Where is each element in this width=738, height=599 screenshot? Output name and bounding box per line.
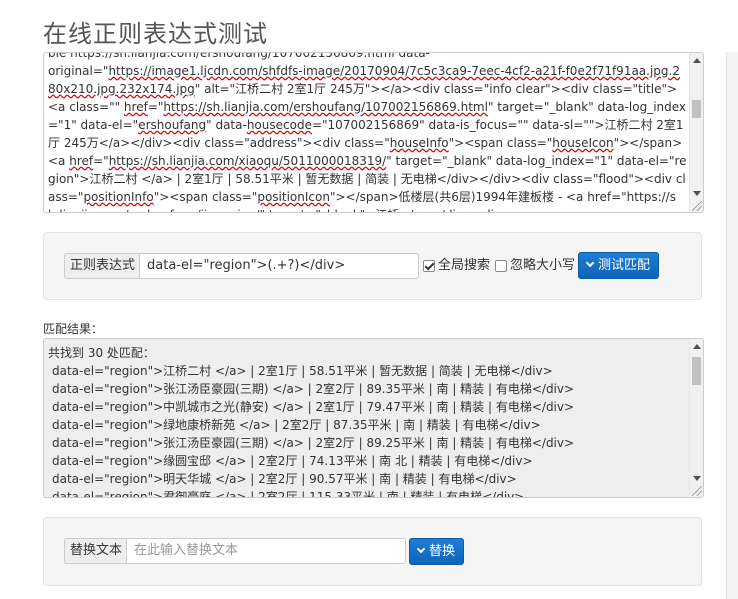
source-scrollbar[interactable] — [689, 53, 703, 212]
chevron-down-icon — [585, 258, 595, 268]
source-fragment: "><span class=" — [448, 136, 553, 150]
scroll-down-icon[interactable] — [693, 191, 701, 196]
regex-panel: 正则表达式 data-el="region">(.+?)</div> 全局搜索 … — [43, 232, 702, 300]
match-line: data-el="region">缘圆宝邸 </a> | 2室2厅 | 74.1… — [52, 454, 533, 468]
page-title: 在线正则表达式测试 — [43, 20, 268, 48]
replace-button-label: 替换 — [429, 544, 456, 559]
test-match-label: 测试匹配 — [598, 258, 651, 273]
source-fragment: href — [123, 100, 148, 114]
regex-input[interactable]: data-el="region">(.+?)</div> — [139, 253, 419, 279]
source-fragment: " data- — [206, 118, 247, 132]
source-text: ble https://sh.lianjia.com/ershoufang/10… — [48, 53, 687, 212]
source-fragment: ershoufang — [138, 118, 207, 132]
source-fragment: =" — [93, 154, 109, 168]
scroll-up-icon[interactable] — [693, 344, 701, 349]
chevron-down-icon — [416, 544, 426, 554]
match-line: data-el="region">张江汤臣豪园(三期) </a> | 2室2厅 … — [52, 382, 575, 396]
ignore-case-checkbox[interactable] — [495, 260, 507, 272]
scroll-down-icon[interactable] — [693, 476, 701, 481]
source-fragment: https://sh.lianjia.com/ershoufang/107002… — [163, 100, 488, 114]
source-fragment: positionIcon — [257, 190, 330, 204]
results-textarea[interactable]: 共找到 30 处匹配： data-el="region">江桥二村 </a> |… — [43, 338, 704, 498]
scroll-thumb[interactable] — [692, 357, 701, 385]
regex-label: 正则表达式 — [64, 253, 142, 279]
match-line: data-el="region">明天华城 </a> | 2室2厅 | 90.5… — [52, 472, 517, 486]
global-search-label[interactable]: 全局搜索 — [438, 258, 490, 274]
test-match-button[interactable]: 测试匹配 — [578, 252, 660, 279]
source-fragment: "><span class=" — [153, 190, 258, 204]
source-fragment: original=" — [48, 64, 109, 78]
source-textarea[interactable]: ble https://sh.lianjia.com/ershoufang/10… — [43, 52, 704, 213]
replace-button[interactable]: 替换 — [409, 538, 465, 565]
global-search-checkbox[interactable] — [423, 260, 435, 272]
resize-grip-icon[interactable] — [692, 201, 702, 211]
results-label: 匹配结果： — [43, 322, 104, 336]
scroll-up-icon[interactable] — [693, 58, 701, 63]
resize-grip-icon[interactable] — [692, 486, 702, 496]
match-line: data-el="region">君御豪庭 </a> | 2室2厅 | 115.… — [52, 490, 525, 497]
source-fragment: positionInfo — [83, 190, 154, 204]
source-fragment: housecode — [246, 118, 312, 132]
replace-label: 替换文本 — [64, 538, 129, 564]
replace-input[interactable]: 在此输入替换文本 — [126, 538, 406, 564]
results-text: 共找到 30 处匹配： data-el="region">江桥二村 </a> |… — [48, 344, 687, 497]
match-summary: 共找到 30 处匹配： — [48, 346, 155, 360]
match-line: data-el="region">张江汤臣豪园(三期) </a> | 2室2厅 … — [52, 436, 575, 450]
results-scrollbar[interactable] — [689, 339, 703, 497]
side-panel — [726, 52, 738, 599]
ignore-case-label[interactable]: 忽略大小写 — [510, 258, 575, 274]
match-line: data-el="region">中凯城市之光(静安) </a> | 2室1厅 … — [52, 400, 575, 414]
match-line: data-el="region">绿地康桥新苑 </a> | 2室2厅 | 87… — [52, 418, 541, 432]
scroll-thumb[interactable] — [692, 100, 701, 118]
source-fragment: href — [69, 154, 94, 168]
source-fragment: =" — [147, 100, 164, 114]
source-fragment: houseInfo — [389, 136, 449, 150]
source-fragment: https://sh.lianjia.com/xiaoqu/5011000018… — [108, 154, 387, 168]
replace-panel: 替换文本 在此输入替换文本 替换 — [43, 517, 702, 586]
source-fragment: houseIcon — [552, 136, 614, 150]
match-line: data-el="region">江桥二村 </a> | 2室1厅 | 58.5… — [52, 364, 553, 378]
